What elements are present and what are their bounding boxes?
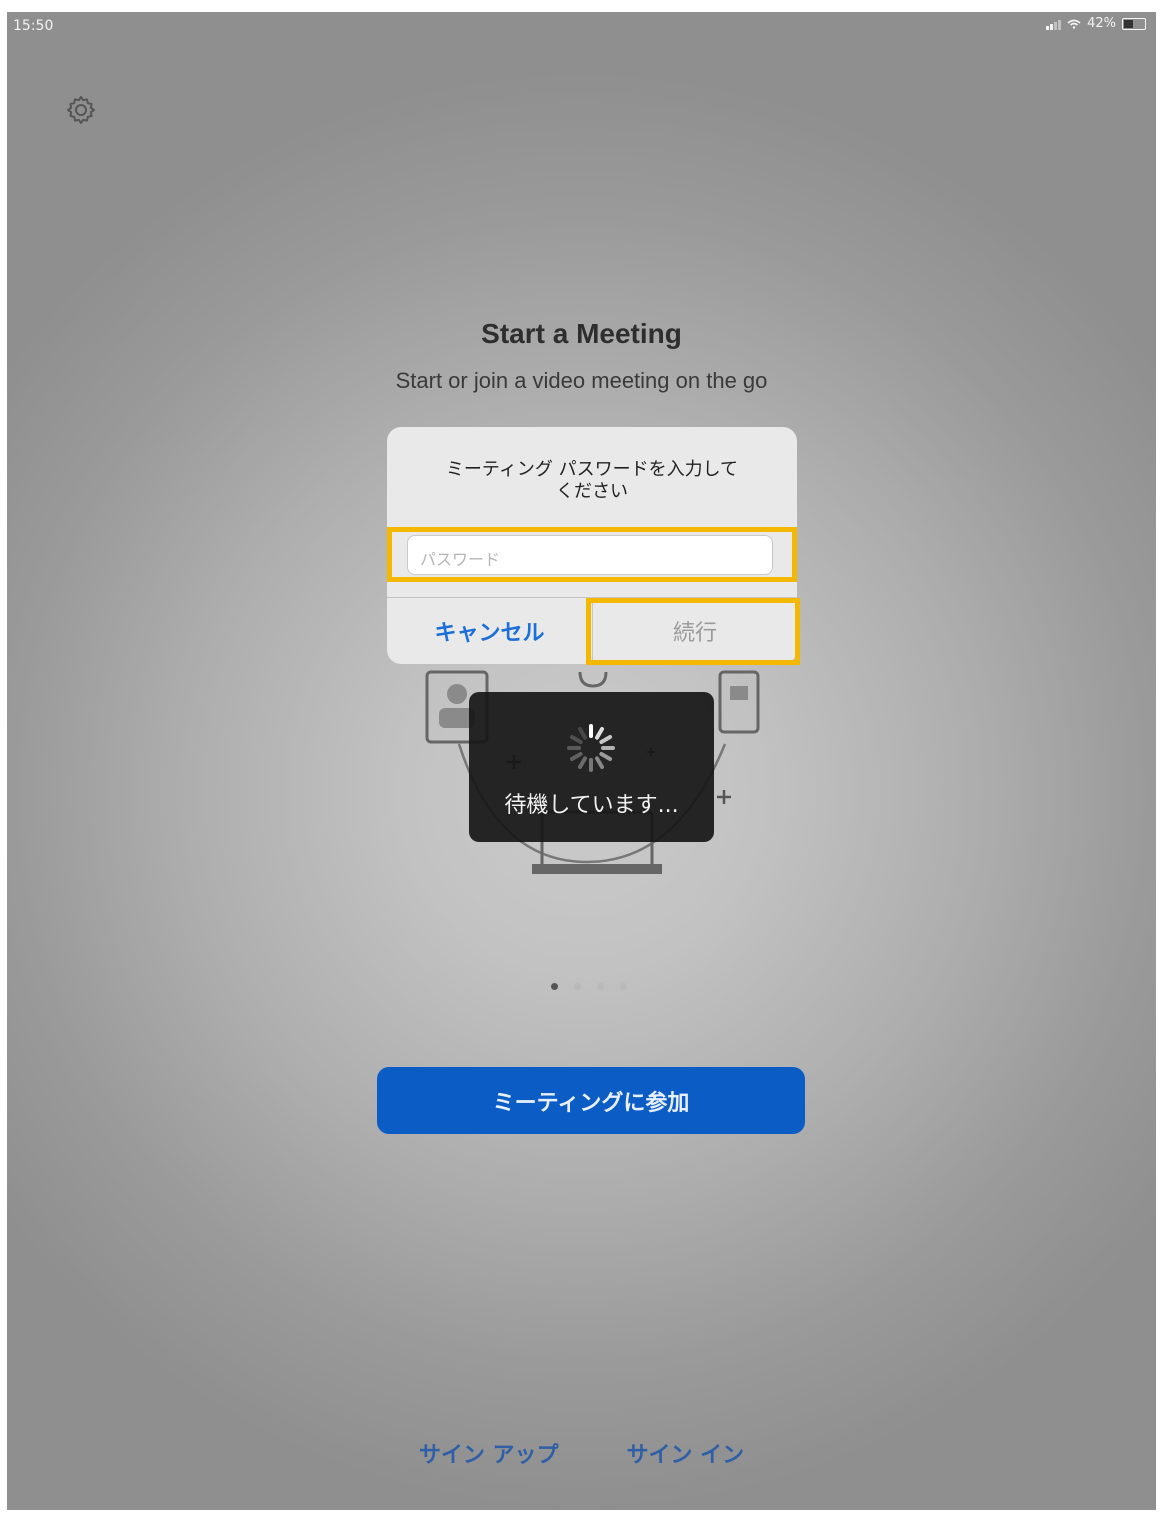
page-dot-2[interactable] [574,983,581,990]
page-dot-1[interactable] [551,983,558,990]
cancel-button[interactable]: キャンセル [387,598,592,664]
wifi-icon [1067,19,1081,29]
signal-icon [1046,18,1062,30]
page-subtitle: Start or join a video meeting on the go [395,368,768,393]
status-time: 15:50 [13,18,54,34]
app-screen: 15:50 42% Start a Meeting Start or join … [7,12,1156,1510]
input-highlight-box [387,527,797,582]
page-indicator [551,983,627,990]
status-indicators: 42% [1046,16,1146,31]
battery-icon [1122,17,1146,30]
loading-text: 待機しています... [504,793,679,818]
dialog-title-text: ミーティング パスワードを入力して ください [445,459,739,502]
spinner-icon [567,724,615,772]
gear-icon[interactable] [65,94,97,126]
sign-in-link[interactable]: サイン イン [627,1437,745,1469]
auth-links: サイン アップ サイン イン [7,1437,1156,1469]
continue-highlight-box [586,598,800,665]
sign-up-link[interactable]: サイン アップ [419,1437,559,1469]
loading-overlay: 待機しています... [469,692,714,842]
page-dot-3[interactable] [597,983,604,990]
dialog-title: ミーティング パスワードを入力して ください [417,459,767,503]
battery-percent: 42% [1087,16,1116,31]
crop-strip [0,0,1163,12]
page-title: Start a Meeting [481,318,682,349]
join-meeting-button[interactable]: ミーティングに参加 [377,1067,805,1134]
page-dot-4[interactable] [620,983,627,990]
